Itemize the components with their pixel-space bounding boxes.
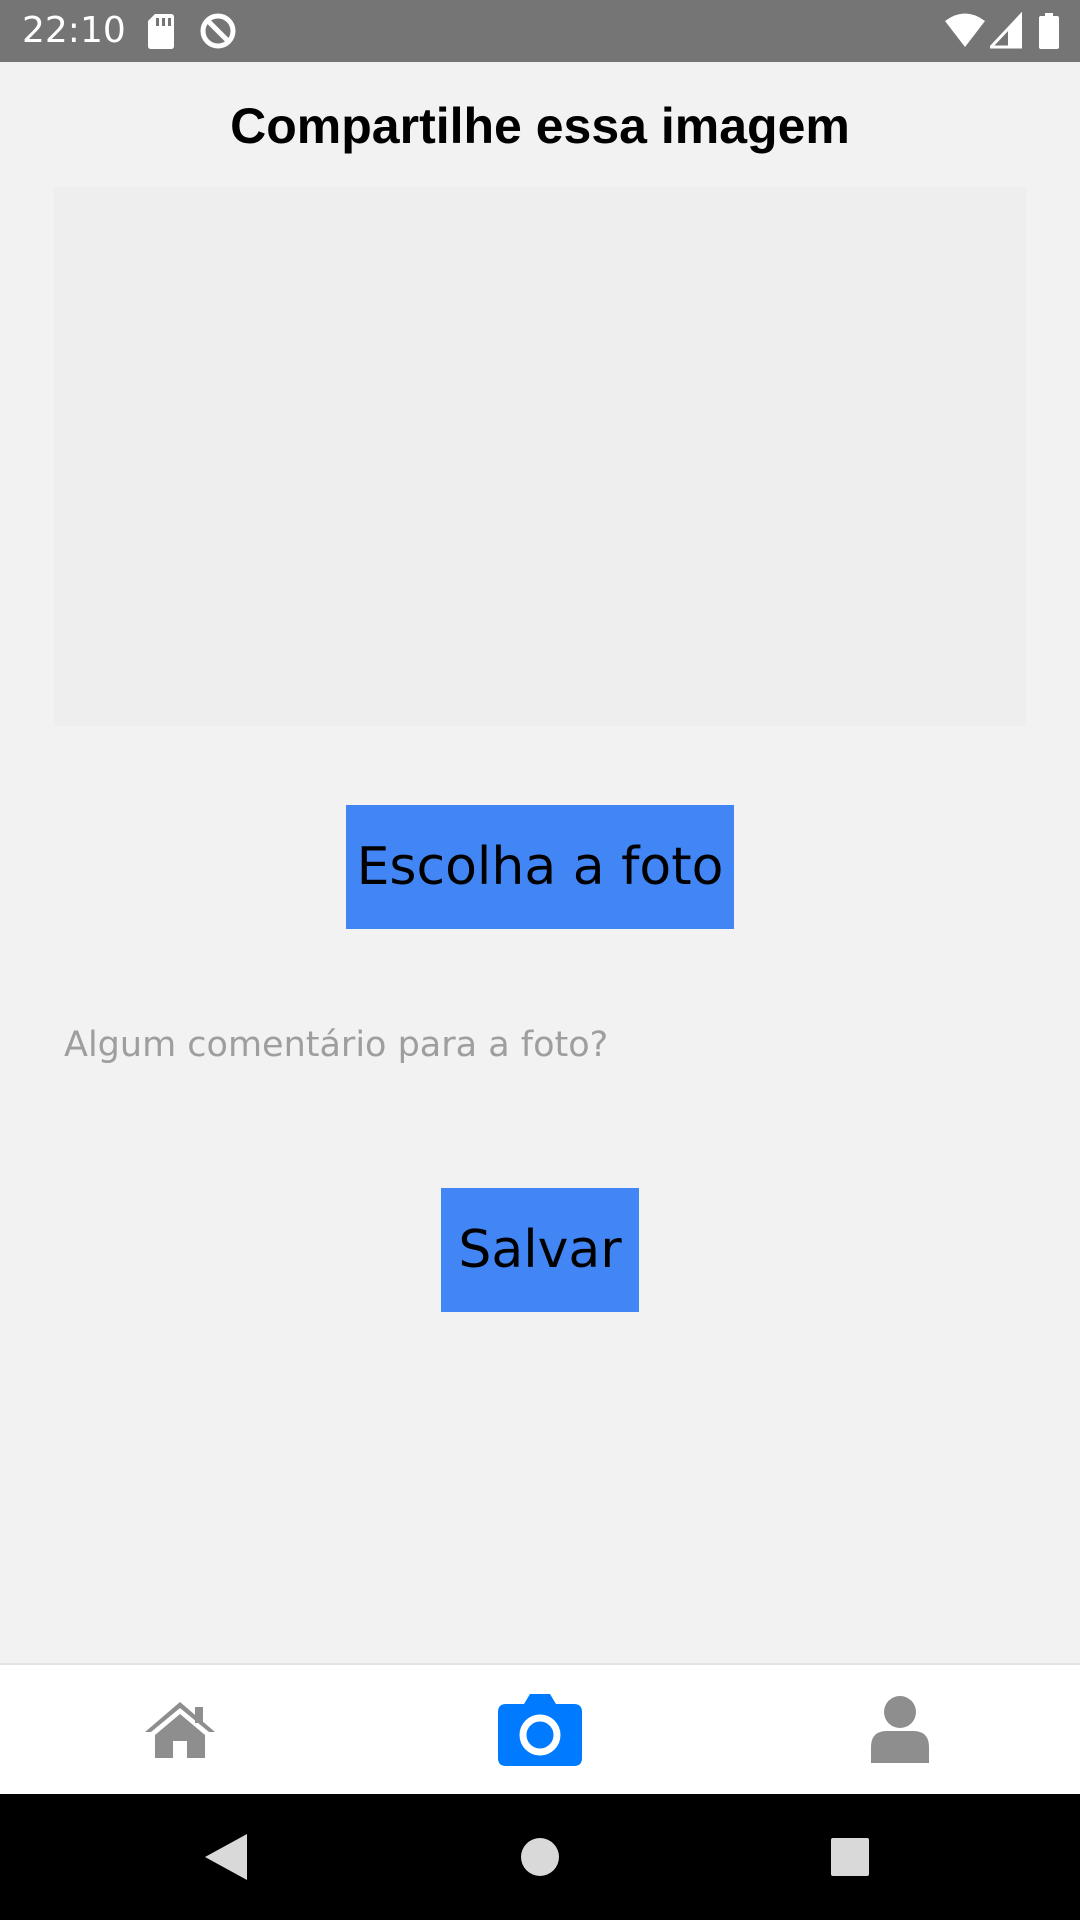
cellular-signal-icon (990, 12, 1022, 49)
home-circle-icon (521, 1838, 559, 1876)
status-time: 22:10 (22, 10, 126, 51)
do-not-disturb-icon (200, 13, 236, 49)
tab-home[interactable] (0, 1665, 360, 1794)
save-button[interactable]: Salvar (441, 1188, 639, 1312)
tab-camera[interactable] (360, 1665, 720, 1794)
nav-back-button[interactable] (193, 1824, 259, 1890)
sd-card-icon (148, 14, 174, 49)
bottom-tab-bar (0, 1663, 1080, 1794)
wifi-icon (945, 13, 985, 47)
home-icon (145, 1701, 215, 1758)
tab-profile[interactable] (720, 1665, 1080, 1794)
page-title: Compartilhe essa imagem (230, 98, 850, 154)
status-bar: 22:10 (0, 0, 1080, 62)
system-navigation-bar (0, 1794, 1080, 1920)
comment-input[interactable] (64, 1020, 1016, 1070)
battery-icon (1039, 13, 1059, 49)
back-icon (205, 1834, 247, 1880)
camera-icon (498, 1693, 582, 1766)
nav-home-button[interactable] (507, 1824, 573, 1890)
choose-photo-button[interactable]: Escolha a foto (346, 805, 734, 929)
user-icon (871, 1695, 929, 1763)
recents-icon (831, 1838, 869, 1876)
image-preview (54, 187, 1026, 726)
nav-recents-button[interactable] (817, 1824, 883, 1890)
